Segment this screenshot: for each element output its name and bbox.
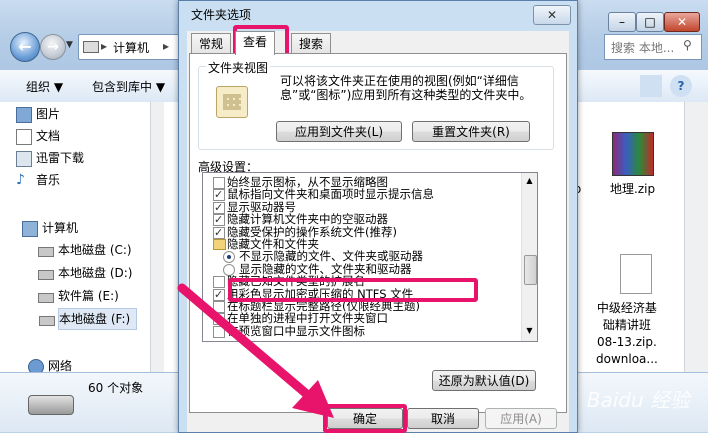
annotation-arrow [177,283,334,418]
annotation-arrow-shaft [177,283,321,407]
tab-view[interactable]: 查看 [235,31,276,55]
watermark: Baidu 经验 [586,388,690,412]
